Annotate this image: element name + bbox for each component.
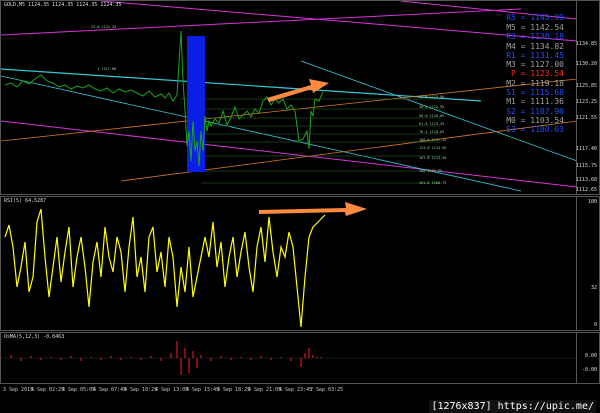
- pivot-level: R1 = 1131.45: [506, 51, 564, 60]
- pivot-level: S2 = 1107.90: [506, 107, 564, 116]
- pivot-level: M1 = 1111.36: [506, 97, 564, 106]
- time-label: 4 Sep 05:05: [62, 387, 96, 393]
- fib-label: 50.0 1120.85: [419, 114, 445, 118]
- osma-axis[interactable]: 0.00 -0.00: [576, 333, 599, 383]
- fib-label: 61.8 1119.35: [419, 122, 445, 126]
- time-label: 4 Sep 13:05: [155, 387, 189, 393]
- fib-label: 261.8 1108.75: [419, 181, 447, 185]
- time-axis[interactable]: 3 Sep 2015 4 Sep 02:25 4 Sep 05:05 4 Sep…: [0, 385, 600, 399]
- rsi-pane-label: RSI(5) 64.5287: [4, 198, 47, 204]
- fib-label: 1 1127.88: [97, 67, 116, 71]
- time-label: 4 Sep 18:25: [217, 387, 251, 393]
- price-tick: 1115.75: [575, 163, 597, 169]
- price-tick: 1112.65: [575, 187, 597, 193]
- time-label: 4 Sep 02:25: [31, 387, 65, 393]
- osma-svg: [1, 341, 577, 375]
- osma-pane-label: OsMA(5,12,3) -0.0463: [4, 334, 65, 340]
- time-label: 4 Sep 21:05: [248, 387, 282, 393]
- osma-pane[interactable]: OsMA(5,12,3) -0.0463 0.00 -0.00: [0, 332, 600, 384]
- pivot-level: M0 = 1103.54: [506, 116, 564, 125]
- price-chart-pane[interactable]: GOLD,M5 1124.35 1124.35 1124.35 1124.35 …: [0, 0, 600, 195]
- watermark: [1276x837] https://upic.me/: [429, 400, 596, 413]
- fib-label: 38.2 1122.95: [419, 105, 445, 109]
- osma-tick: 0.00: [584, 353, 597, 359]
- rsi-tick: 100: [587, 199, 597, 205]
- rsi-pane[interactable]: RSI(5) 64.5287 100 32 0: [0, 196, 600, 331]
- rsi-svg: [4, 202, 367, 328]
- price-tick: 1125.85: [575, 83, 597, 89]
- fib-label: 123.6 1115.90: [419, 146, 447, 150]
- fib-label: 200 1111.95: [419, 169, 443, 173]
- fib-label: 23.6 1131.35: [91, 25, 117, 29]
- channel-line-magenta-low: [1, 120, 578, 188]
- time-label: 4 Sep 15:45: [186, 387, 220, 393]
- fib-label: 100.0 1117.25: [419, 138, 447, 142]
- price-tick: 1130.20: [575, 61, 597, 67]
- price-tick: 1123.25: [575, 99, 597, 105]
- time-label: 7 Sep 03:25: [310, 387, 344, 393]
- pivot-level: M4 = 1134.82: [506, 42, 564, 51]
- highlight-box: [187, 36, 205, 172]
- rsi-tick: 32: [590, 285, 597, 291]
- fib-label: 161.8 1113.30: [419, 156, 447, 160]
- price-tick: 1113.68: [575, 177, 597, 183]
- channel-line-cyan-a: [1, 68, 482, 102]
- pivot-level: S1 = 1115.68: [506, 88, 564, 97]
- fib-label: 76.4 1118.65: [419, 130, 445, 134]
- rsi-trend-arrow: [259, 202, 367, 216]
- channel-line-magenta-top: [1, 8, 522, 36]
- price-tick: 1134.85: [575, 41, 597, 47]
- price-axis[interactable]: 1134.85 1130.20 1125.85 1123.25 1121.55 …: [576, 1, 599, 194]
- price-tick: 1121.55: [575, 115, 597, 121]
- pivot-level: S3 = 1100.03: [506, 125, 564, 134]
- pivot-level: R5 = 1145.99: [506, 13, 564, 22]
- price-pane-label: GOLD,M5 1124.35 1124.35 1124.35 1124.35: [4, 2, 122, 8]
- pivot-level: P = 1123.54: [511, 69, 564, 78]
- pivot-level: M5 = 1142.54: [506, 23, 564, 32]
- rsi-line: [4, 208, 326, 328]
- rsi-tick: 0: [593, 322, 597, 328]
- time-label: 4 Sep 23:45: [279, 387, 313, 393]
- time-label: 3 Sep 2015: [3, 387, 34, 393]
- pivot-level: R3 = 1138.18: [506, 32, 564, 41]
- time-label: 4 Sep 07:45: [93, 387, 127, 393]
- rsi-axis[interactable]: 100 32 0: [576, 197, 599, 330]
- time-label: 4 Sep 10:25: [124, 387, 158, 393]
- pivot-level: M3 = 1127.00: [506, 60, 564, 69]
- pivot-level: M2 = 1119.18: [506, 79, 564, 88]
- fib-label: 23.6 1123.00: [419, 95, 445, 99]
- osma-tick: -0.00: [581, 367, 597, 373]
- price-tick: 1117.40: [575, 146, 597, 152]
